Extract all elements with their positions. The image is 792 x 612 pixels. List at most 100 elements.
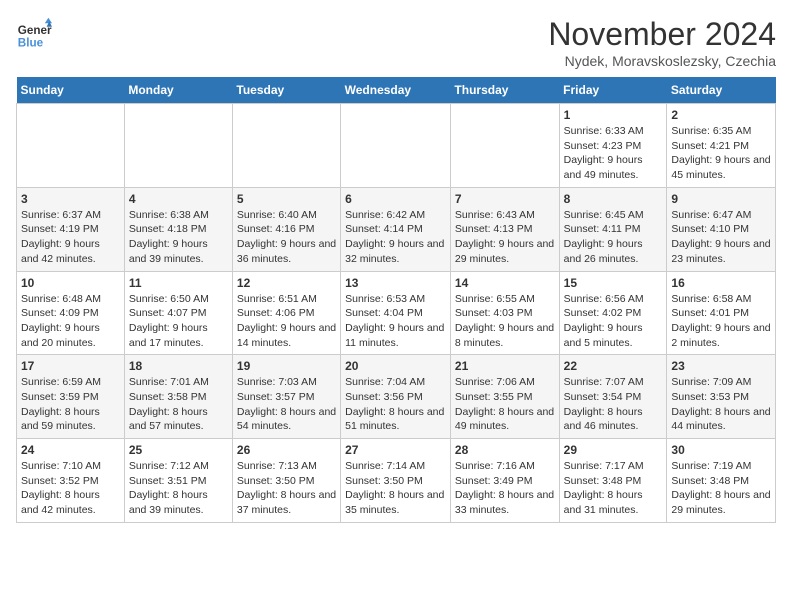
day-number: 14 [455,276,555,290]
day-number: 23 [671,359,771,373]
calendar-cell: 19Sunrise: 7:03 AM Sunset: 3:57 PM Dayli… [232,355,340,439]
day-number: 6 [345,192,446,206]
day-number: 2 [671,108,771,122]
calendar-title: November 2024 [548,16,776,53]
day-number: 26 [237,443,336,457]
calendar-cell: 26 Sunrise: 7:13 AM Sunset: 3:50 PM Dayli… [232,439,340,523]
day-number: 3 [21,192,120,206]
header-wednesday: Wednesday [341,77,451,104]
day-info: Sunrise: 7:19 AM Sunset: 3:48 PM Dayligh… [671,459,771,518]
day-number: 20 [345,359,446,373]
week-row-1: 3 Sunrise: 6:37 AM Sunset: 4:19 PM Daylig… [17,187,776,271]
calendar-cell: 18Sunrise: 7:01 AM Sunset: 3:58 PM Dayli… [124,355,232,439]
day-info: Sunrise: 7:14 AM Sunset: 3:50 PM Dayligh… [345,459,446,518]
day-info: Sunrise: 6:35 AM Sunset: 4:21 PM Dayligh… [671,124,771,183]
calendar-cell: 4 Sunrise: 6:38 AM Sunset: 4:18 PM Daylig… [124,187,232,271]
day-number: 16 [671,276,771,290]
day-info: Sunrise: 6:42 AM Sunset: 4:14 PM Dayligh… [345,208,446,267]
calendar-cell: 25Sunrise: 7:12 AM Sunset: 3:51 PM Dayli… [124,439,232,523]
day-info: Sunrise: 6:45 AM Sunset: 4:11 PM Dayligh… [564,208,663,267]
day-info: Sunrise: 7:17 AM Sunset: 3:48 PM Dayligh… [564,459,663,518]
day-number: 4 [129,192,228,206]
day-info: Sunrise: 6:56 AM Sunset: 4:02 PM Dayligh… [564,292,663,351]
calendar-cell: 12 Sunrise: 6:51 AM Sunset: 4:06 PM Dayli… [232,271,340,355]
week-row-3: 17 Sunrise: 6:59 AM Sunset: 3:59 PM Dayli… [17,355,776,439]
calendar-cell: 6 Sunrise: 6:42 AM Sunset: 4:14 PM Daylig… [341,187,451,271]
calendar-body: 1Sunrise: 6:33 AM Sunset: 4:23 PM Daylig… [17,104,776,523]
day-info: Sunrise: 6:59 AM Sunset: 3:59 PM Dayligh… [21,375,120,434]
header-monday: Monday [124,77,232,104]
day-number: 11 [129,276,228,290]
day-info: Sunrise: 7:10 AM Sunset: 3:52 PM Dayligh… [21,459,120,518]
day-info: Sunrise: 6:33 AM Sunset: 4:23 PM Dayligh… [564,124,663,183]
title-area: November 2024 Nydek, Moravskoslezsky, Cz… [548,16,776,69]
calendar-cell: 28Sunrise: 7:16 AM Sunset: 3:49 PM Dayli… [450,439,559,523]
day-number: 17 [21,359,120,373]
calendar-cell: 22 Sunrise: 7:07 AM Sunset: 3:54 PM Dayli… [559,355,667,439]
day-info: Sunrise: 6:50 AM Sunset: 4:07 PM Dayligh… [129,292,228,351]
day-number: 27 [345,443,446,457]
calendar-cell: 20 Sunrise: 7:04 AM Sunset: 3:56 PM Dayli… [341,355,451,439]
day-number: 5 [237,192,336,206]
svg-text:General: General [18,24,52,37]
week-row-0: 1Sunrise: 6:33 AM Sunset: 4:23 PM Daylig… [17,104,776,188]
day-info: Sunrise: 6:55 AM Sunset: 4:03 PM Dayligh… [455,292,555,351]
day-info: Sunrise: 6:48 AM Sunset: 4:09 PM Dayligh… [21,292,120,351]
header-tuesday: Tuesday [232,77,340,104]
calendar-cell [124,104,232,188]
calendar-cell: 2 Sunrise: 6:35 AM Sunset: 4:21 PM Daylig… [667,104,776,188]
header-thursday: Thursday [450,77,559,104]
calendar-cell [17,104,125,188]
calendar-cell: 11 Sunrise: 6:50 AM Sunset: 4:07 PM Dayli… [124,271,232,355]
calendar-cell: 21 Sunrise: 7:06 AM Sunset: 3:55 PM Dayli… [450,355,559,439]
calendar-cell: 1Sunrise: 6:33 AM Sunset: 4:23 PM Daylig… [559,104,667,188]
day-info: Sunrise: 7:13 AM Sunset: 3:50 PM Dayligh… [237,459,336,518]
calendar-cell: 30 Sunrise: 7:19 AM Sunset: 3:48 PM Dayli… [667,439,776,523]
header-sunday: Sunday [17,77,125,104]
day-number: 9 [671,192,771,206]
logo-icon: General Blue [16,16,52,52]
day-number: 7 [455,192,555,206]
calendar-cell: 27 Sunrise: 7:14 AM Sunset: 3:50 PM Dayli… [341,439,451,523]
calendar-cell: 29 Sunrise: 7:17 AM Sunset: 3:48 PM Dayli… [559,439,667,523]
calendar-table: SundayMondayTuesdayWednesdayThursdayFrid… [16,77,776,523]
day-number: 30 [671,443,771,457]
calendar-cell: 10Sunrise: 6:48 AM Sunset: 4:09 PM Dayli… [17,271,125,355]
day-number: 22 [564,359,663,373]
header: General Blue November 2024 Nydek, Moravs… [16,16,776,69]
day-info: Sunrise: 6:37 AM Sunset: 4:19 PM Dayligh… [21,208,120,267]
day-number: 12 [237,276,336,290]
day-info: Sunrise: 7:04 AM Sunset: 3:56 PM Dayligh… [345,375,446,434]
calendar-subtitle: Nydek, Moravskoslezsky, Czechia [548,53,776,69]
calendar-cell [450,104,559,188]
day-info: Sunrise: 7:07 AM Sunset: 3:54 PM Dayligh… [564,375,663,434]
day-info: Sunrise: 7:09 AM Sunset: 3:53 PM Dayligh… [671,375,771,434]
day-info: Sunrise: 6:38 AM Sunset: 4:18 PM Dayligh… [129,208,228,267]
calendar-cell: 17 Sunrise: 6:59 AM Sunset: 3:59 PM Dayli… [17,355,125,439]
calendar-cell: 3 Sunrise: 6:37 AM Sunset: 4:19 PM Daylig… [17,187,125,271]
calendar-cell [232,104,340,188]
day-info: Sunrise: 6:47 AM Sunset: 4:10 PM Dayligh… [671,208,771,267]
calendar-header-row: SundayMondayTuesdayWednesdayThursdayFrid… [17,77,776,104]
day-number: 18 [129,359,228,373]
day-number: 21 [455,359,555,373]
calendar-cell: 8Sunrise: 6:45 AM Sunset: 4:11 PM Daylig… [559,187,667,271]
day-number: 15 [564,276,663,290]
logo: General Blue [16,16,52,52]
calendar-cell: 5Sunrise: 6:40 AM Sunset: 4:16 PM Daylig… [232,187,340,271]
week-row-2: 10Sunrise: 6:48 AM Sunset: 4:09 PM Dayli… [17,271,776,355]
calendar-cell: 16Sunrise: 6:58 AM Sunset: 4:01 PM Dayli… [667,271,776,355]
header-friday: Friday [559,77,667,104]
day-info: Sunrise: 6:51 AM Sunset: 4:06 PM Dayligh… [237,292,336,351]
day-number: 29 [564,443,663,457]
day-info: Sunrise: 7:06 AM Sunset: 3:55 PM Dayligh… [455,375,555,434]
day-info: Sunrise: 7:12 AM Sunset: 3:51 PM Dayligh… [129,459,228,518]
day-number: 19 [237,359,336,373]
calendar-cell: 15 Sunrise: 6:56 AM Sunset: 4:02 PM Dayli… [559,271,667,355]
day-number: 28 [455,443,555,457]
header-saturday: Saturday [667,77,776,104]
week-row-4: 24Sunrise: 7:10 AM Sunset: 3:52 PM Dayli… [17,439,776,523]
calendar-cell: 9 Sunrise: 6:47 AM Sunset: 4:10 PM Daylig… [667,187,776,271]
calendar-cell [341,104,451,188]
day-info: Sunrise: 6:43 AM Sunset: 4:13 PM Dayligh… [455,208,555,267]
